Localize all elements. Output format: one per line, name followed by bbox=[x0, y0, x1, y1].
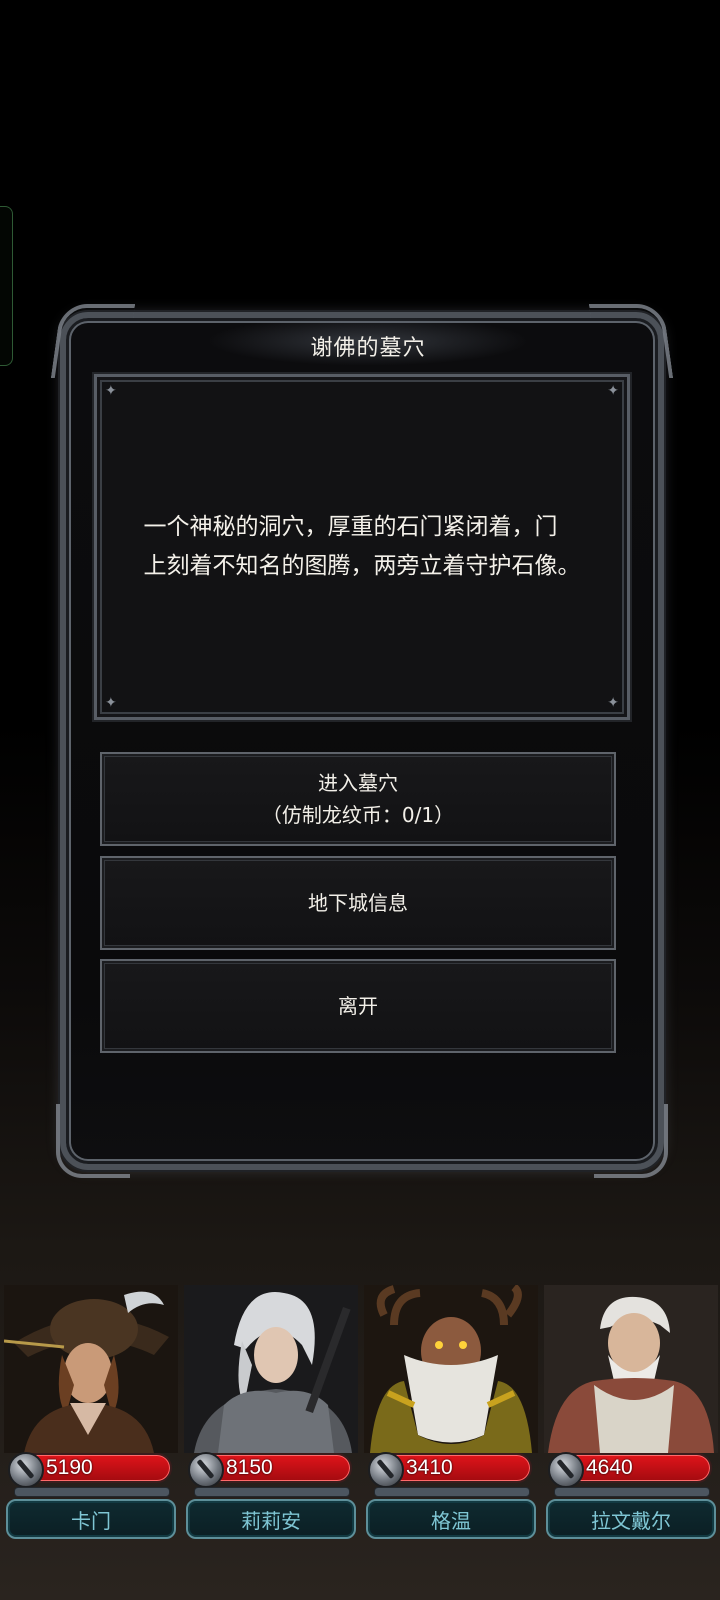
hero-portrait[interactable] bbox=[4, 1285, 178, 1453]
enter-tomb-button[interactable]: 进入墓穴 （仿制龙纹币：0/1） bbox=[100, 752, 616, 846]
hero-name: 拉文戴尔 bbox=[591, 1508, 671, 1533]
hero-card[interactable]: 5190 卡门 bbox=[2, 1285, 180, 1543]
hero-portrait[interactable] bbox=[544, 1285, 718, 1453]
hero-power-value: 3410 bbox=[406, 1456, 453, 1479]
dungeon-info-button[interactable]: 地下城信息 bbox=[100, 856, 616, 950]
sword-power-icon bbox=[8, 1452, 44, 1488]
hero-card[interactable]: 3410 格温 bbox=[362, 1285, 540, 1543]
hero-name: 卡门 bbox=[71, 1508, 111, 1533]
hero-energy-bar bbox=[374, 1487, 530, 1497]
sparkle-icon: ✦ bbox=[607, 383, 619, 399]
hero-card[interactable]: 8150 莉莉安 bbox=[182, 1285, 360, 1543]
hero-power-value: 8150 bbox=[226, 1456, 273, 1479]
hero-power-value: 4640 bbox=[586, 1456, 633, 1479]
hero-power-bar: 8150 bbox=[188, 1452, 352, 1488]
enter-tomb-label: 进入墓穴 bbox=[318, 771, 398, 795]
hero-energy-bar bbox=[194, 1487, 350, 1497]
hero-energy-bar bbox=[554, 1487, 710, 1497]
leave-label: 离开 bbox=[338, 994, 378, 1018]
hero-power-value: 5190 bbox=[46, 1456, 93, 1479]
hero-portrait[interactable] bbox=[364, 1285, 538, 1453]
hero-name: 莉莉安 bbox=[241, 1508, 301, 1533]
side-drawer-tab[interactable] bbox=[0, 206, 13, 366]
frame-corner-ornament bbox=[588, 304, 674, 378]
event-dialog: 谢佛的墓穴 ✦ ✦ ✦ ✦ 一个神秘的洞穴，厚重的石门紧闭着，门 上刻着不知名的… bbox=[50, 304, 674, 1178]
dungeon-info-label: 地下城信息 bbox=[308, 891, 408, 915]
sparkle-icon: ✦ bbox=[105, 695, 117, 711]
hero-card[interactable]: 4640 拉文戴尔 bbox=[542, 1285, 720, 1543]
description-box: ✦ ✦ ✦ ✦ 一个神秘的洞穴，厚重的石门紧闭着，门 上刻着不知名的图腾，两旁立… bbox=[94, 374, 630, 720]
sword-power-icon bbox=[548, 1452, 584, 1488]
description-line: 一个神秘的洞穴，厚重的石门紧闭着，门 bbox=[143, 514, 558, 540]
sparkle-icon: ✦ bbox=[607, 695, 619, 711]
description-line: 上刻着不知名的图腾，两旁立着守护石像。 bbox=[143, 553, 581, 579]
hero-name: 格温 bbox=[431, 1508, 471, 1533]
hero-energy-bar bbox=[14, 1487, 170, 1497]
frame-corner-ornament bbox=[50, 304, 136, 378]
sword-power-icon bbox=[188, 1452, 224, 1488]
dialog-title: 谢佛的墓穴 bbox=[310, 336, 426, 361]
enter-tomb-cost: （仿制龙纹币：0/1） bbox=[261, 803, 455, 827]
sparkle-icon: ✦ bbox=[105, 383, 117, 399]
hero-name-button[interactable]: 卡门 bbox=[6, 1499, 176, 1539]
leave-button[interactable]: 离开 bbox=[100, 959, 616, 1053]
frame-corner-ornament bbox=[594, 1104, 668, 1178]
frame-corner-ornament bbox=[56, 1104, 130, 1178]
dialog-title-plate: 谢佛的墓穴 bbox=[206, 310, 530, 382]
hero-power-bar: 5190 bbox=[8, 1452, 172, 1488]
hero-power-bar: 4640 bbox=[548, 1452, 712, 1488]
hero-party-bar: 5190 卡门 8150 莉莉安 3410 格温 4640 拉文戴尔 bbox=[0, 1285, 720, 1543]
hero-name-button[interactable]: 格温 bbox=[366, 1499, 536, 1539]
hero-name-button[interactable]: 拉文戴尔 bbox=[546, 1499, 716, 1539]
hero-power-bar: 3410 bbox=[368, 1452, 532, 1488]
sword-power-icon bbox=[368, 1452, 404, 1488]
description-text: 一个神秘的洞穴，厚重的石门紧闭着，门 上刻着不知名的图腾，两旁立着守护石像。 bbox=[144, 508, 581, 586]
hero-name-button[interactable]: 莉莉安 bbox=[186, 1499, 356, 1539]
hero-portrait[interactable] bbox=[184, 1285, 358, 1453]
